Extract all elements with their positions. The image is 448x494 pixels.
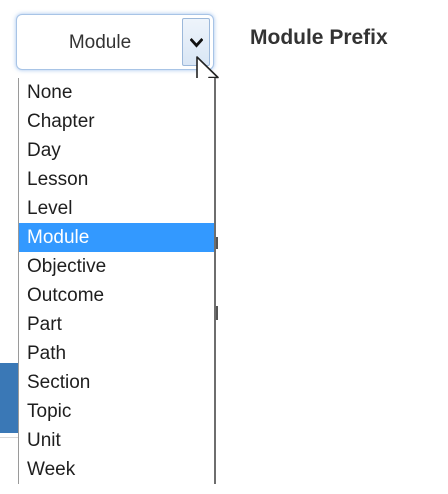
dropdown-option-objective[interactable]: Objective xyxy=(19,252,214,281)
background-divider xyxy=(0,437,18,438)
dropdown-option-lesson[interactable]: Lesson xyxy=(19,165,214,194)
dropdown-option-unit[interactable]: Unit xyxy=(19,426,214,455)
dropdown-option-none[interactable]: None xyxy=(19,78,214,107)
dropdown-options-list[interactable]: None Chapter Day Lesson Level Module Objective… xyxy=(18,78,216,484)
dropdown-option-outcome[interactable]: Outcome xyxy=(19,281,214,310)
dropdown-option-level[interactable]: Level xyxy=(19,194,214,223)
background-panel-edge xyxy=(0,363,18,433)
dropdown-option-section[interactable]: Section xyxy=(19,368,214,397)
select-dropdown-button[interactable] xyxy=(182,18,210,66)
dropdown-option-chapter[interactable]: Chapter xyxy=(19,107,214,136)
dropdown-option-part[interactable]: Part xyxy=(19,310,214,339)
dropdown-option-week[interactable]: Week xyxy=(19,455,214,484)
chevron-down-icon xyxy=(190,38,203,48)
dropdown-option-path[interactable]: Path xyxy=(19,339,214,368)
dropdown-option-topic[interactable]: Topic xyxy=(19,397,214,426)
background-border-fragment xyxy=(216,237,218,249)
page-title: Module Prefix xyxy=(250,26,388,49)
module-prefix-select[interactable]: Module xyxy=(16,14,214,70)
background-border-fragment xyxy=(216,306,218,320)
dropdown-option-day[interactable]: Day xyxy=(19,136,214,165)
select-current-value: Module xyxy=(68,32,132,53)
dropdown-option-module[interactable]: Module xyxy=(19,223,214,252)
